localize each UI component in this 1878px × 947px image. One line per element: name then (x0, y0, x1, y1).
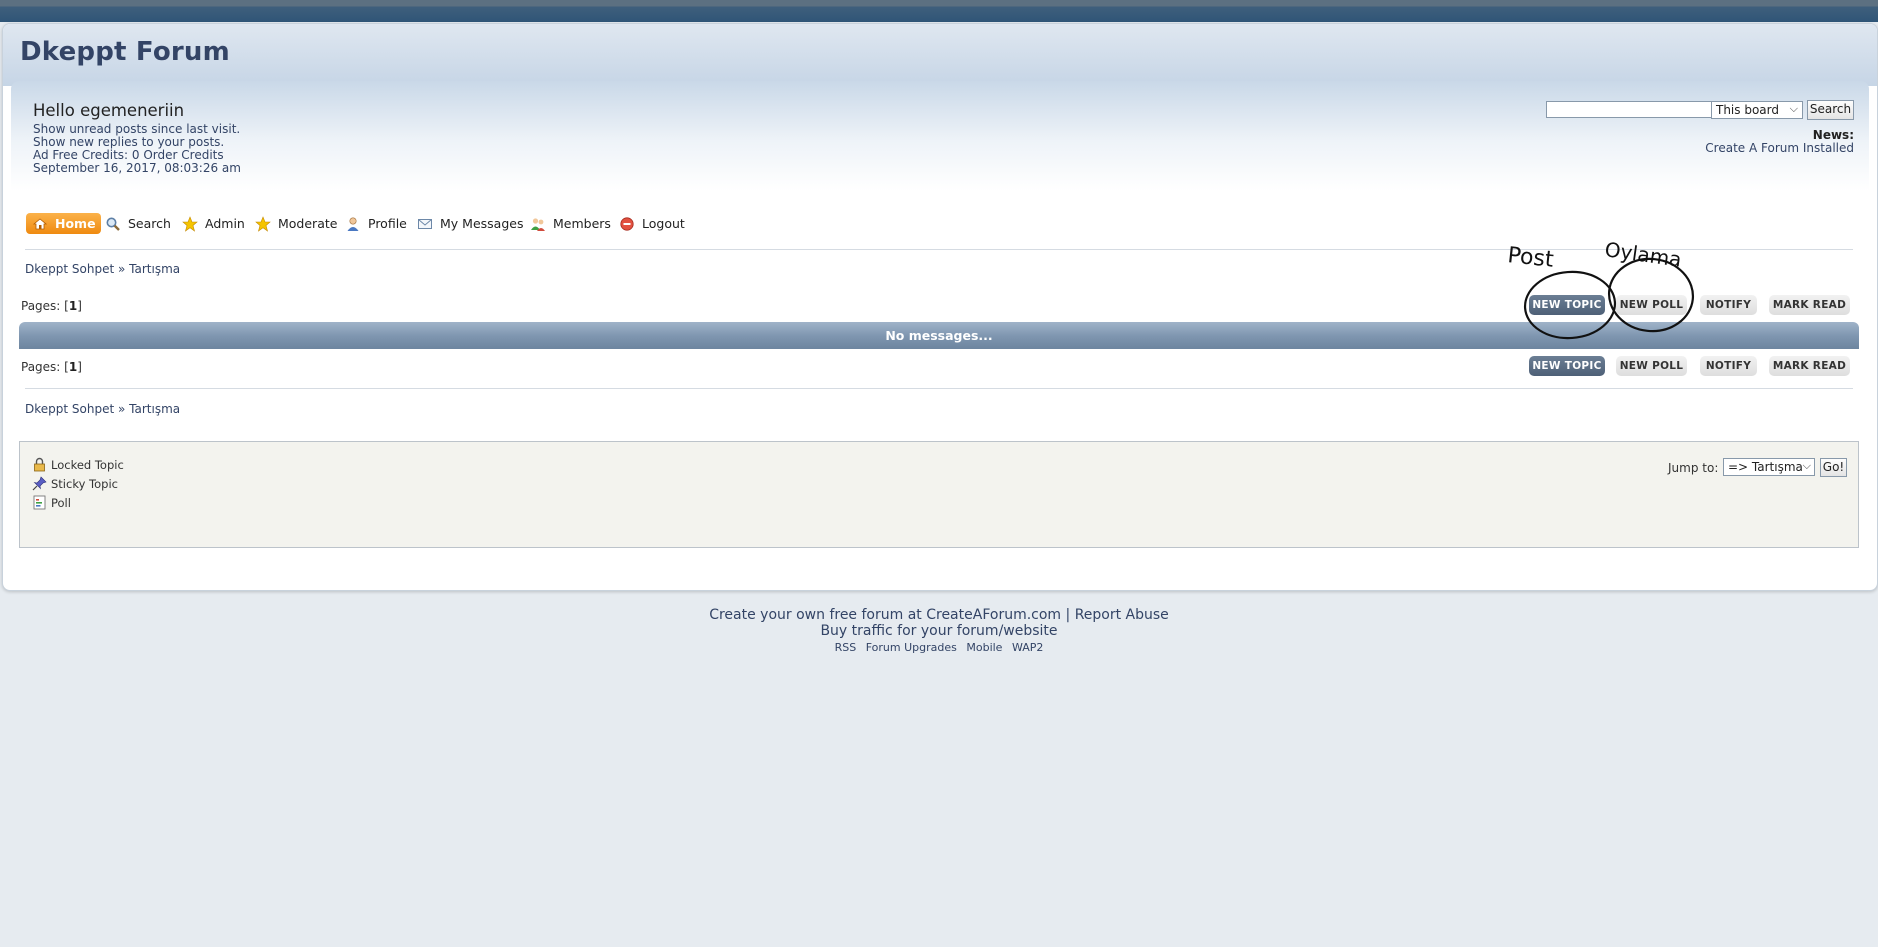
search-button[interactable]: Search (1807, 100, 1854, 120)
new-topic-button[interactable]: NEW TOPIC (1529, 356, 1605, 376)
menu-item-search[interactable]: Search (105, 213, 171, 234)
user-greeting: Hello egemeneriin (33, 101, 185, 120)
pages-label: Pages: [ (21, 299, 69, 313)
wap2-link[interactable]: WAP2 (1012, 641, 1043, 654)
menu-item-admin[interactable]: Admin (182, 213, 245, 234)
news-label: News: (1812, 128, 1854, 142)
menu-item-home[interactable]: Home (26, 213, 101, 234)
buy-traffic-link[interactable]: Buy traffic for your forum/website (0, 623, 1878, 639)
mark-read-button[interactable]: MARK READ (1769, 356, 1850, 376)
news-text: Create A Forum Installed (1705, 141, 1854, 155)
current-datetime: September 16, 2017, 08:03:26 am (33, 161, 241, 175)
legend-locked-label: Locked Topic (51, 458, 124, 472)
lock-icon (32, 457, 47, 472)
pagination-bottom: Pages: [1] (21, 360, 82, 374)
menu-item-moderate[interactable]: Moderate (255, 213, 337, 234)
menu-label-home: Home (55, 216, 96, 231)
menu-item-profile[interactable]: Profile (345, 213, 407, 234)
users-icon (530, 216, 546, 232)
new-poll-button[interactable]: NEW POLL (1616, 356, 1687, 376)
breadcrumb-separator: » (118, 262, 126, 276)
pages-label: Pages: [ (21, 360, 69, 374)
forum-header: Dkeppt Forum (3, 24, 1877, 86)
current-page[interactable]: 1 (69, 299, 77, 313)
rss-link[interactable]: RSS (835, 641, 857, 654)
magnifier-icon (105, 216, 121, 232)
current-page[interactable]: 1 (69, 360, 77, 374)
go-button[interactable]: Go! (1820, 458, 1847, 477)
chevron-down-icon: ⌵ (1789, 102, 1798, 115)
legend-poll-label: Poll (51, 496, 71, 510)
search-scope-value: This board (1716, 103, 1779, 117)
browser-top-strip (0, 0, 1878, 22)
jump-to-value: => Tartışma (1728, 460, 1803, 474)
user-icon (345, 216, 361, 232)
legend-sticky: Sticky Topic (32, 476, 118, 492)
legend-poll: Poll (32, 495, 71, 511)
pin-icon (32, 476, 47, 491)
ad-free-credits[interactable]: Ad Free Credits: 0 Order Credits (33, 148, 224, 162)
star-icon (182, 215, 198, 232)
pagination-top: Pages: [1] (21, 299, 82, 313)
pages-close: ] (77, 299, 82, 313)
breadcrumb-board-link[interactable]: Dkeppt Sohpet (25, 262, 114, 276)
logout-icon (619, 216, 635, 232)
breadcrumb-category-link[interactable]: Tartışma (129, 262, 180, 276)
search-scope-select[interactable]: This board ⌵ (1711, 101, 1803, 119)
menu-label-search: Search (128, 216, 171, 231)
star-icon (255, 215, 271, 232)
pages-close: ] (77, 360, 82, 374)
search-input[interactable] (1546, 101, 1738, 118)
notify-button[interactable]: NOTIFY (1700, 356, 1757, 376)
report-abuse-link[interactable]: Report Abuse (1075, 607, 1169, 623)
menu-label-profile: Profile (368, 216, 407, 231)
forum-title[interactable]: Dkeppt Forum (20, 37, 230, 67)
menu-label-logout: Logout (642, 216, 685, 231)
user-panel (11, 81, 1869, 191)
breadcrumb-board-link[interactable]: Dkeppt Sohpet (25, 402, 114, 416)
breadcrumb: Dkeppt Sohpet » Tartışma (25, 262, 180, 276)
poll-icon (32, 495, 47, 510)
topic-list-empty: No messages... (19, 322, 1859, 349)
topic-legend-panel: Locked Topic Sticky Topic Poll (19, 441, 1859, 548)
home-icon (32, 216, 48, 232)
breadcrumb-separator: » (118, 402, 126, 416)
divider (25, 249, 1853, 250)
legend-sticky-label: Sticky Topic (51, 477, 118, 491)
envelope-icon (417, 216, 433, 232)
create-forum-link[interactable]: Create your own free forum at CreateAFor… (709, 607, 1061, 623)
jump-to-select[interactable]: => Tartışma ⌵ (1723, 458, 1815, 476)
menu-label-messages: My Messages (440, 216, 524, 231)
footer-separator: | (1065, 607, 1071, 623)
legend-locked: Locked Topic (32, 457, 124, 473)
jump-to-label: Jump to: (1668, 461, 1719, 475)
footer-credit-line: Create your own free forum at CreateAFor… (0, 607, 1878, 623)
new-replies-link[interactable]: Show new replies to your posts. (33, 135, 224, 149)
menu-item-members[interactable]: Members (530, 213, 611, 234)
unread-posts-link[interactable]: Show unread posts since last visit. (33, 122, 240, 136)
footer-links: RSS Forum Upgrades Mobile WAP2 (0, 641, 1878, 654)
divider (25, 388, 1853, 389)
new-topic-button[interactable]: NEW TOPIC (1529, 295, 1605, 315)
notify-button[interactable]: NOTIFY (1700, 295, 1757, 315)
chevron-down-icon: ⌵ (1802, 459, 1811, 472)
menu-label-admin: Admin (205, 216, 245, 231)
menu-label-members: Members (553, 216, 611, 231)
breadcrumb-category-link[interactable]: Tartışma (129, 402, 180, 416)
new-poll-button[interactable]: NEW POLL (1616, 295, 1687, 315)
menu-item-messages[interactable]: My Messages (417, 213, 523, 234)
mobile-link[interactable]: Mobile (966, 641, 1002, 654)
menu-label-moderate: Moderate (278, 216, 338, 231)
forum-upgrades-link[interactable]: Forum Upgrades (866, 641, 957, 654)
mark-read-button[interactable]: MARK READ (1769, 295, 1850, 315)
menu-item-logout[interactable]: Logout (619, 213, 685, 234)
breadcrumb: Dkeppt Sohpet » Tartışma (25, 402, 180, 416)
